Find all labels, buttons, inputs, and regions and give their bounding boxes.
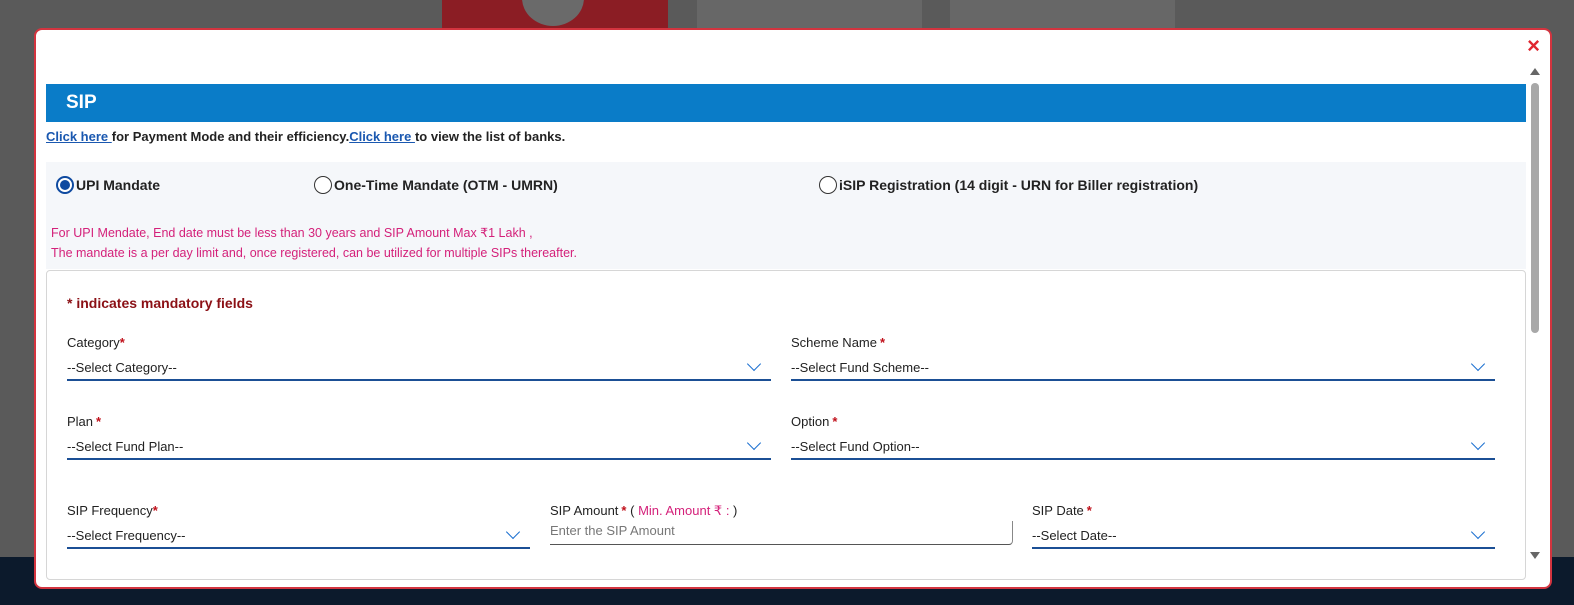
radio-unchecked-icon <box>819 176 837 194</box>
radio-label: One-Time Mandate (OTM - UMRN) <box>334 177 558 193</box>
radio-unchecked-icon <box>314 176 332 194</box>
required-star: * <box>832 414 838 429</box>
select-value: --Select Fund Option-- <box>791 439 920 454</box>
select-value: --Select Fund Scheme-- <box>791 360 929 375</box>
required-star: * <box>621 503 627 518</box>
radio-label: UPI Mandate <box>76 177 161 193</box>
payment-mode-link[interactable]: Click here <box>46 129 112 144</box>
payment-mode-text: for Payment Mode and their efficiency. <box>111 129 350 144</box>
chevron-down-icon <box>746 356 762 372</box>
modal-title: SIP <box>46 84 1526 122</box>
min-amount-label: Min. Amount ₹ : <box>638 503 734 518</box>
close-icon[interactable]: × <box>1527 35 1540 57</box>
background-card <box>950 0 1175 30</box>
payment-info-links: Click here for Payment Mode and their ef… <box>46 122 1526 162</box>
sip-date-label: SIP Date * <box>1032 503 1495 518</box>
scheme-name-field: Scheme Name * --Select Fund Scheme-- <box>791 335 1495 381</box>
category-select[interactable]: --Select Category-- <box>67 356 771 381</box>
scheme-name-label: Scheme Name * <box>791 335 1495 350</box>
scheme-name-select[interactable]: --Select Fund Scheme-- <box>791 356 1495 381</box>
sip-amount-label: SIP Amount * ( Min. Amount ₹ : ) <box>550 503 1013 519</box>
select-value: --Select Category-- <box>67 360 177 375</box>
category-field: Category* --Select Category-- <box>67 335 771 381</box>
sip-modal: × SIP Click here for Payment Mode and th… <box>34 28 1552 589</box>
upi-note-line-2: The mandate is a per day limit and, once… <box>51 246 577 260</box>
radio-checked-icon <box>56 176 74 194</box>
radio-isip-registration[interactable]: iSIP Registration (14 digit - URN for Bi… <box>819 176 1198 194</box>
modal-content: SIP Click here for Payment Mode and thei… <box>46 84 1526 580</box>
required-star: * <box>96 414 102 429</box>
sip-date-field: SIP Date * --Select Date-- <box>1032 503 1495 549</box>
chevron-down-icon <box>746 435 762 451</box>
plan-field: Plan * --Select Fund Plan-- <box>67 414 771 460</box>
chevron-down-icon <box>505 524 521 540</box>
label-text: Option <box>791 414 830 429</box>
label-text: SIP Date <box>1032 503 1084 518</box>
bank-list-link[interactable]: Click here <box>349 129 415 144</box>
label-text: SIP Frequency <box>67 503 153 518</box>
chevron-down-icon <box>1470 356 1486 372</box>
radio-otm-mandate[interactable]: One-Time Mandate (OTM - UMRN) <box>314 176 558 194</box>
sip-amount-input[interactable]: Enter the SIP Amount <box>550 521 1013 545</box>
radio-upi-mandate[interactable]: UPI Mandate <box>56 176 160 194</box>
background-card <box>697 0 922 30</box>
mandatory-fields-note: * indicates mandatory fields <box>67 295 253 311</box>
sip-frequency-select[interactable]: --Select Frequency-- <box>67 524 530 549</box>
label-text: Scheme Name <box>791 335 877 350</box>
sip-form: * indicates mandatory fields Category* -… <box>46 270 1526 580</box>
sip-amount-field: SIP Amount * ( Min. Amount ₹ : ) Enter th… <box>550 503 1013 545</box>
input-placeholder: Enter the SIP Amount <box>550 523 675 538</box>
upi-note-line-1: For UPI Mendate, End date must be less t… <box>51 226 533 240</box>
radio-label: iSIP Registration (14 digit - URN for Bi… <box>839 177 1199 193</box>
scroll-up-arrow-icon[interactable] <box>1530 68 1540 75</box>
sip-frequency-label: SIP Frequency* <box>67 503 530 518</box>
required-star: * <box>879 335 886 350</box>
sip-frequency-field: SIP Frequency* --Select Frequency-- <box>67 503 530 549</box>
scrollbar-thumb[interactable] <box>1531 83 1539 333</box>
select-value: --Select Fund Plan-- <box>67 439 184 454</box>
option-select[interactable]: --Select Fund Option-- <box>791 435 1495 460</box>
label-text: Category <box>67 335 120 350</box>
required-star: * <box>152 503 158 518</box>
chevron-down-icon <box>1470 524 1486 540</box>
plan-label: Plan * <box>67 414 771 429</box>
select-value: --Select Date-- <box>1032 528 1117 543</box>
paren-open: ( <box>630 503 639 518</box>
category-label: Category* <box>67 335 771 350</box>
select-value: --Select Frequency-- <box>67 528 186 543</box>
label-text: SIP Amount <box>550 503 619 518</box>
scroll-down-arrow-icon[interactable] <box>1530 552 1540 559</box>
sip-date-select[interactable]: --Select Date-- <box>1032 524 1495 549</box>
label-text: Plan <box>67 414 94 429</box>
option-label: Option * <box>791 414 1495 429</box>
required-star: * <box>1086 503 1092 518</box>
required-star: * <box>119 335 125 350</box>
mandate-selector: UPI Mandate One-Time Mandate (OTM - UMRN… <box>46 162 1526 269</box>
plan-select[interactable]: --Select Fund Plan-- <box>67 435 771 460</box>
paren-close: ) <box>733 503 738 518</box>
chevron-down-icon <box>1470 435 1486 451</box>
option-field: Option * --Select Fund Option-- <box>791 414 1495 460</box>
bank-list-text: to view the list of banks. <box>414 129 566 144</box>
